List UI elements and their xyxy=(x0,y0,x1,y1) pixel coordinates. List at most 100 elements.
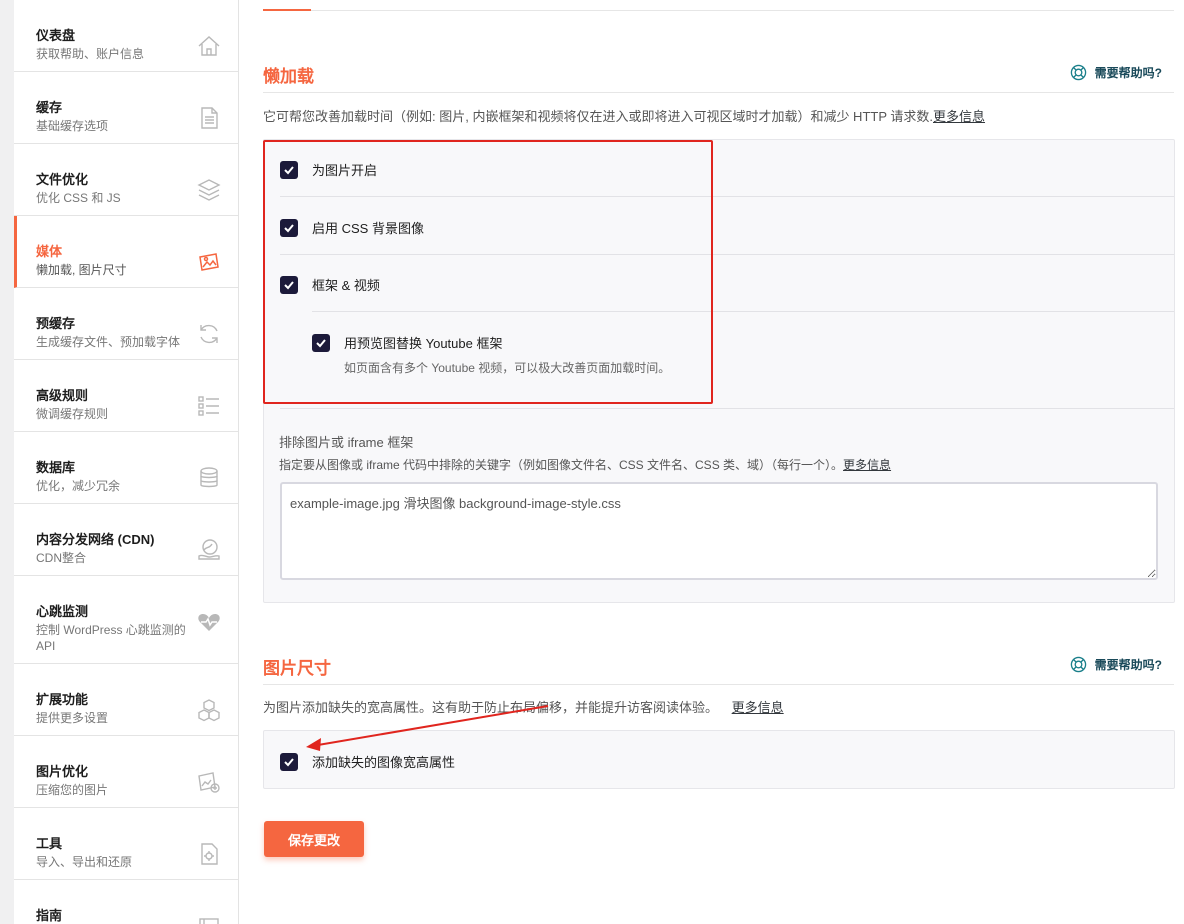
sidebar-item-title: 高级规则 xyxy=(36,388,89,403)
home-icon xyxy=(196,33,222,59)
lazyload-iframes-checkbox[interactable] xyxy=(280,275,298,294)
cubes-icon xyxy=(196,697,222,723)
sidebar-item-dashboard[interactable]: 仪表盘 获取帮助、账户信息 xyxy=(14,0,238,72)
option-divider xyxy=(280,196,1174,197)
sidebar-item-cache[interactable]: 缓存 基础缓存选项 xyxy=(14,72,238,144)
file-icon xyxy=(196,105,222,131)
heartbeat-icon xyxy=(196,609,222,635)
sidebar-item-image-optimization[interactable]: 图片优化 压缩您的图片 xyxy=(14,736,238,808)
sidebar-item-subtitle: 压缩您的图片 xyxy=(36,783,109,797)
guide-icon xyxy=(196,913,222,924)
sidebar-item-subtitle: 控制 WordPress 心跳监测的 API xyxy=(36,623,186,653)
sidebar-item-title: 文件优化 xyxy=(36,172,89,187)
sidebar: 仪表盘 获取帮助、账户信息 缓存 基础缓存选项 文件优化 优化 CSS 和 JS… xyxy=(14,0,239,924)
checkmark-icon xyxy=(284,280,294,289)
sidebar-item-title: 数据库 xyxy=(36,460,76,475)
exclude-more-info-link[interactable]: 更多信息 xyxy=(843,458,891,472)
images-icon xyxy=(196,249,222,275)
sidebar-item-subtitle: 导入、导出和还原 xyxy=(36,855,133,869)
sidebar-item-cdn[interactable]: 内容分发网络 (CDN) CDN整合 xyxy=(14,504,238,576)
option-lazyload-css-bg: 启用 CSS 背景图像 xyxy=(280,218,424,237)
active-tab-indicator xyxy=(263,9,311,11)
lazyload-section-title: 懒加载 xyxy=(263,67,314,86)
exclude-description-text: 指定要从图像或 iframe 代码中排除的关键字（例如图像文件名、CSS 文件名… xyxy=(279,458,844,472)
checkmark-icon xyxy=(284,223,294,232)
image-optimize-icon xyxy=(196,769,222,795)
dimensions-description-text: 为图片添加缺失的宽高属性。这有助于防止布局偏移，并能提升访客阅读体验。 xyxy=(263,700,719,715)
youtube-option-description: 如页面含有多个 Youtube 视频，可以极大改善页面加载时间。 xyxy=(344,361,671,375)
option-youtube-preview: 用预览图替换 Youtube 框架 xyxy=(312,333,502,352)
dimensions-description: 为图片添加缺失的宽高属性。这有助于防止布局偏移，并能提升访客阅读体验。 更多信息 xyxy=(263,697,784,716)
sidebar-item-preload[interactable]: 预缓存 生成缓存文件、预加载字体 xyxy=(14,288,238,360)
sidebar-item-title: 缓存 xyxy=(36,100,63,115)
option-label: 添加缺失的图像宽高属性 xyxy=(312,755,456,770)
refresh-icon xyxy=(196,321,222,347)
sidebar-item-subtitle: 懒加载, 图片尺寸 xyxy=(36,263,127,277)
sidebar-item-subtitle: 基础缓存选项 xyxy=(36,119,109,133)
sidebar-item-subtitle: CDN整合 xyxy=(36,551,86,565)
sidebar-item-file-optimization[interactable]: 文件优化 优化 CSS 和 JS xyxy=(14,144,238,216)
layers-icon xyxy=(196,177,222,203)
tools-icon xyxy=(196,841,222,867)
lazyload-css-bg-checkbox[interactable] xyxy=(280,218,298,237)
sidebar-item-media[interactable]: 媒体 懒加载, 图片尺寸 xyxy=(14,216,238,288)
cdn-icon xyxy=(196,537,222,563)
list-icon xyxy=(196,393,222,419)
save-changes-button[interactable]: 保存更改 xyxy=(264,821,364,857)
sidebar-item-title: 工具 xyxy=(36,836,63,851)
sidebar-item-tools[interactable]: 工具 导入、导出和还原 xyxy=(14,808,238,880)
exclude-field-description: 指定要从图像或 iframe 代码中排除的关键字（例如图像文件名、CSS 文件名… xyxy=(279,456,891,473)
tab-bar-divider xyxy=(263,10,1174,11)
sidebar-item-subtitle: 提供更多设置 xyxy=(36,711,109,725)
image-dimensions-checkbox[interactable] xyxy=(280,752,298,771)
option-label: 框架 & 视频 xyxy=(312,278,380,293)
lazyload-description-text: 它可帮您改善加载时间（例如: 图片, 内嵌框架和视频将仅在进入或即将进入可视区域… xyxy=(263,109,933,124)
lazyload-description: 它可帮您改善加载时间（例如: 图片, 内嵌框架和视频将仅在进入或即将进入可视区域… xyxy=(263,106,985,125)
option-lazyload-images: 为图片开启 xyxy=(280,160,377,179)
sidebar-item-title: 扩展功能 xyxy=(36,692,89,707)
sidebar-item-title: 指南 xyxy=(36,908,63,923)
exclude-keywords-textarea[interactable]: example-image.jpg 滑块图像 background-image-… xyxy=(280,482,1158,580)
checkmark-icon xyxy=(284,165,294,174)
dimensions-section-title: 图片尺寸 xyxy=(263,659,331,678)
option-divider xyxy=(312,311,1174,312)
sidebar-item-subtitle: 生成缓存文件、预加载字体 xyxy=(36,335,181,349)
sidebar-item-advanced-rules[interactable]: 高级规则 微调缓存规则 xyxy=(14,360,238,432)
section-divider xyxy=(263,92,1174,93)
sidebar-item-database[interactable]: 数据库 优化，减少冗余 xyxy=(14,432,238,504)
sidebar-item-subtitle: 获取帮助、账户信息 xyxy=(36,47,145,61)
sidebar-item-title: 媒体 xyxy=(36,244,63,259)
dimensions-more-info-link[interactable]: 更多信息 xyxy=(732,700,784,715)
sidebar-item-heartbeat[interactable]: 心跳监测 控制 WordPress 心跳监测的 API xyxy=(14,576,238,664)
database-icon xyxy=(196,465,222,491)
dimensions-help-link[interactable]: 需要帮助吗? xyxy=(1070,656,1162,673)
exclude-field-label: 排除图片或 iframe 框架 xyxy=(279,435,414,450)
checkmark-icon xyxy=(316,338,326,347)
section-divider xyxy=(263,684,1174,685)
sidebar-item-subtitle: 微调缓存规则 xyxy=(36,407,109,421)
option-divider xyxy=(280,254,1174,255)
sidebar-item-guide[interactable]: 指南 xyxy=(14,880,238,924)
option-divider xyxy=(280,408,1174,409)
sidebar-item-subtitle: 优化 CSS 和 JS xyxy=(36,191,121,205)
sidebar-item-title: 仪表盘 xyxy=(36,28,76,43)
option-label: 启用 CSS 背景图像 xyxy=(312,221,424,236)
sidebar-item-subtitle: 优化，减少冗余 xyxy=(36,479,121,493)
main-content: 懒加载 需要帮助吗? 它可帮您改善加载时间（例如: 图片, 内嵌框架和视频将仅在… xyxy=(239,0,1184,924)
lifebuoy-icon xyxy=(1070,656,1086,673)
option-label: 用预览图替换 Youtube 框架 xyxy=(344,336,503,351)
lazyload-more-info-link[interactable]: 更多信息 xyxy=(933,109,985,124)
checkmark-icon xyxy=(284,757,294,766)
sidebar-item-addons[interactable]: 扩展功能 提供更多设置 xyxy=(14,664,238,736)
lazyload-images-checkbox[interactable] xyxy=(280,160,298,179)
youtube-preview-checkbox[interactable] xyxy=(312,333,330,352)
lazyload-help-link[interactable]: 需要帮助吗? xyxy=(1070,64,1162,81)
sidebar-item-title: 预缓存 xyxy=(36,316,76,331)
lifebuoy-icon xyxy=(1070,64,1086,81)
option-lazyload-iframes: 框架 & 视频 xyxy=(280,275,380,294)
sidebar-item-title: 图片优化 xyxy=(36,764,89,779)
option-label: 为图片开启 xyxy=(312,163,378,178)
help-label: 需要帮助吗? xyxy=(1094,658,1162,672)
help-label: 需要帮助吗? xyxy=(1094,66,1162,80)
option-image-dimensions: 添加缺失的图像宽高属性 xyxy=(280,752,455,771)
